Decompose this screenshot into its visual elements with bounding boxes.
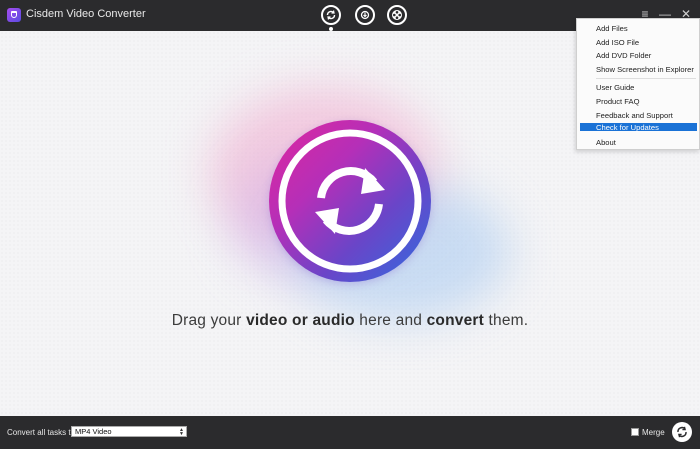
drop-text-part: here and <box>354 312 427 329</box>
menu-item-show-screenshot[interactable]: Show Screenshot in Explorer <box>596 65 694 74</box>
drop-text-bold: video or audio <box>246 312 355 329</box>
menu-item-add-dvd-folder[interactable]: Add DVD Folder <box>596 51 651 60</box>
merge-checkbox[interactable] <box>631 428 639 436</box>
download-icon <box>360 10 370 20</box>
convert-icon <box>677 426 687 438</box>
drop-text-part: them. <box>484 312 529 329</box>
main-menu-dropdown: Add Files Add ISO File Add DVD Folder Sh… <box>576 18 700 150</box>
convert-mode-button[interactable] <box>321 5 341 25</box>
download-mode-button[interactable] <box>355 5 375 25</box>
merge-label: Merge <box>642 428 665 437</box>
app-logo-icon <box>7 8 21 22</box>
select-arrows-icon: ▲ ▼ <box>179 427 184 437</box>
menu-item-add-iso-file[interactable]: Add ISO File <box>596 38 639 47</box>
output-format-select[interactable]: MP4 Video ▲ ▼ <box>71 426 187 437</box>
convert-all-button[interactable] <box>672 422 692 442</box>
output-format-value: MP4 Video <box>75 427 112 436</box>
menu-item-feedback[interactable]: Feedback and Support <box>596 111 673 120</box>
menu-item-add-files[interactable]: Add Files <box>596 24 628 33</box>
rip-mode-button[interactable] <box>387 5 407 25</box>
convert-drop-icon[interactable] <box>269 120 431 282</box>
drop-instruction: Drag your video or audio here and conver… <box>0 312 700 330</box>
convert-icon <box>326 10 336 20</box>
convert-all-label: Convert all tasks to <box>7 428 76 437</box>
drop-text-bold: convert <box>426 312 485 329</box>
app-title: Cisdem Video Converter <box>26 8 146 20</box>
menu-item-about[interactable]: About <box>596 138 616 147</box>
menu-item-product-faq[interactable]: Product FAQ <box>596 97 639 106</box>
menu-separator <box>596 78 696 79</box>
menu-item-user-guide[interactable]: User Guide <box>596 83 634 92</box>
drop-text-part: Drag your <box>171 312 247 329</box>
film-reel-icon <box>392 10 402 20</box>
bottom-bar: Convert all tasks to MP4 Video ▲ ▼ Merge <box>0 416 700 449</box>
menu-item-check-updates[interactable]: Check for Updates <box>596 123 659 132</box>
